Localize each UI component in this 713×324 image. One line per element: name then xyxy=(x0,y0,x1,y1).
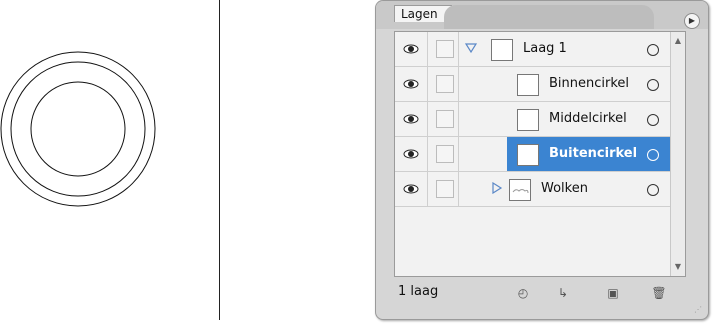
visibility-toggle[interactable] xyxy=(395,102,428,136)
layer-row-buitencirkel[interactable]: Buitencirkel xyxy=(395,137,685,172)
artboard[interactable] xyxy=(0,0,220,320)
eye-icon xyxy=(403,44,419,54)
layer-name[interactable]: Wolken xyxy=(541,180,588,198)
target-circle-icon[interactable] xyxy=(647,44,659,56)
eye-icon xyxy=(403,149,419,159)
visibility-toggle[interactable] xyxy=(395,32,428,66)
layer-thumbnail xyxy=(517,144,539,166)
layer-thumbnail xyxy=(517,109,539,131)
delete-layer-icon[interactable]: 🗑 xyxy=(650,284,668,302)
target-circle-icon[interactable] xyxy=(647,79,659,91)
lock-toggle[interactable] xyxy=(428,172,459,206)
vertical-scrollbar[interactable]: ▲ ▼ xyxy=(670,32,685,276)
lock-icon xyxy=(436,145,454,163)
layer-name[interactable]: Binnencirkel xyxy=(549,75,629,93)
lock-toggle[interactable] xyxy=(428,102,459,136)
layer-thumbnail xyxy=(509,179,531,201)
lock-icon xyxy=(436,180,454,198)
lock-icon xyxy=(436,110,454,128)
make-clipping-mask-icon[interactable]: ◴ xyxy=(514,284,532,302)
collapse-triangle-icon[interactable] xyxy=(465,42,477,54)
expand-triangle-icon[interactable] xyxy=(491,182,503,194)
visibility-toggle[interactable] xyxy=(395,172,428,206)
panel-menu-button[interactable]: ▶ xyxy=(684,13,700,29)
lock-toggle[interactable] xyxy=(428,67,459,101)
layer-name[interactable]: Buitencirkel xyxy=(549,145,637,163)
layer-name[interactable]: Laag 1 xyxy=(523,40,567,58)
layer-row-binnencirkel[interactable]: Binnencirkel xyxy=(395,67,685,102)
panel-grip[interactable] xyxy=(444,5,654,29)
layer-thumbnail xyxy=(517,74,539,96)
lock-icon xyxy=(436,75,454,93)
lock-icon xyxy=(436,40,454,58)
lock-toggle[interactable] xyxy=(428,137,459,171)
scroll-down-icon[interactable]: ▼ xyxy=(673,262,683,272)
panel-header: Lagen ▶ xyxy=(376,1,708,29)
layer-thumbnail xyxy=(491,39,513,61)
layer-count: 1 laag xyxy=(398,284,439,299)
eye-icon xyxy=(403,184,419,194)
layer-row-laag-1[interactable]: Laag 1 xyxy=(395,32,685,67)
visibility-toggle[interactable] xyxy=(395,137,428,171)
canvas-divider xyxy=(219,0,220,320)
lock-toggle[interactable] xyxy=(428,32,459,66)
panel-footer: 1 laag ◴ ↳ ▣ 🗑 xyxy=(394,281,684,305)
layer-row-middelcirkel[interactable]: Middelcirkel xyxy=(395,102,685,137)
resize-grip-icon[interactable]: ⋰ xyxy=(694,305,706,317)
layer-row-wolken[interactable]: Wolken xyxy=(395,172,685,207)
scroll-up-icon[interactable]: ▲ xyxy=(673,36,683,46)
clouds-thumbnail-icon xyxy=(512,189,529,194)
target-circle-icon[interactable] xyxy=(647,184,659,196)
visibility-toggle[interactable] xyxy=(395,67,428,101)
concentric-circles-artwork[interactable] xyxy=(0,0,220,320)
layers-panel: Lagen ▶ Laag 1 Binnencirkel Middelcirkel… xyxy=(375,0,709,320)
eye-icon xyxy=(403,114,419,124)
selection-highlight: Buitencirkel xyxy=(507,137,671,171)
target-circle-icon[interactable] xyxy=(647,149,659,161)
target-circle-icon[interactable] xyxy=(647,114,659,126)
layers-list: Laag 1 Binnencirkel Middelcirkel Buitenc… xyxy=(394,31,686,277)
create-sublayer-icon[interactable]: ↳ xyxy=(554,284,572,302)
eye-icon xyxy=(403,79,419,89)
layer-name[interactable]: Middelcirkel xyxy=(549,110,627,128)
new-layer-icon[interactable]: ▣ xyxy=(604,284,622,302)
